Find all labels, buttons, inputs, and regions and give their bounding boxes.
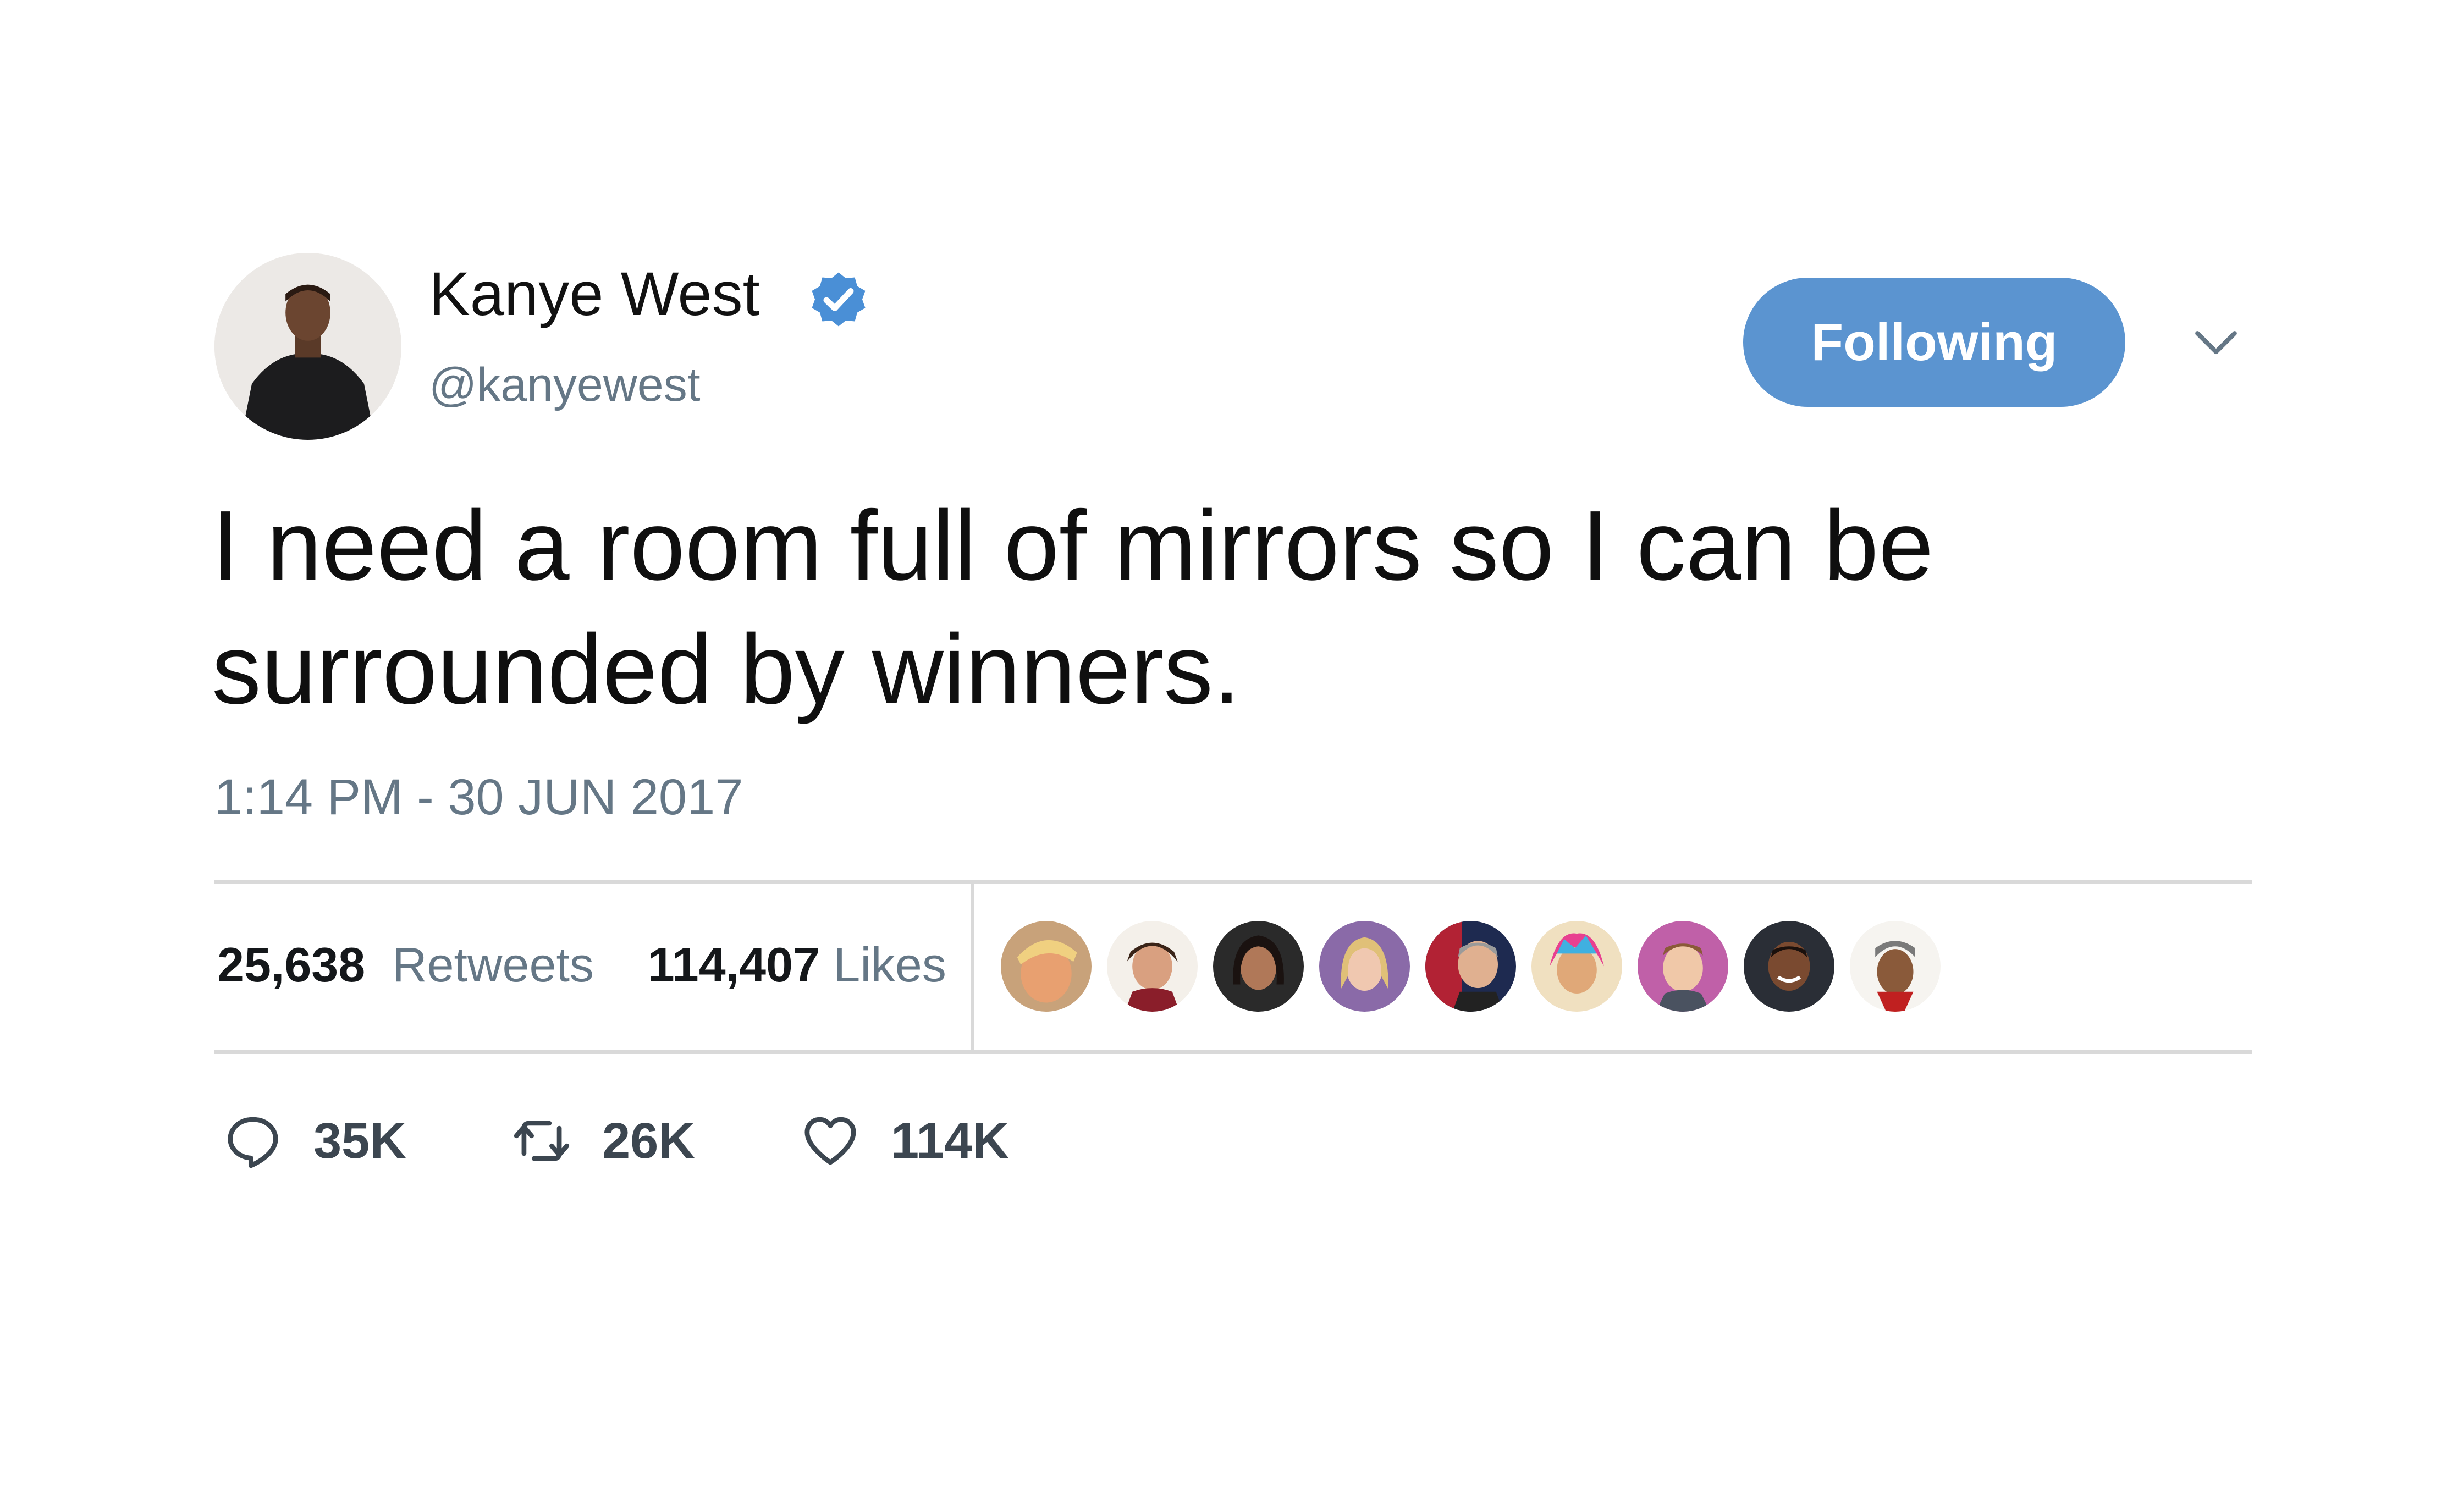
retweets-count: 25,638 [217,937,366,992]
liker-avatar[interactable] [1213,921,1304,1012]
reply-action[interactable]: 35K [223,1100,406,1182]
display-name[interactable]: Kanye West [429,258,760,330]
liker-avatar[interactable] [1850,921,1941,1012]
heart-icon [804,1117,856,1165]
likes-label: Likes [833,937,946,992]
like-count: 114K [891,1112,1009,1169]
like-action[interactable]: 114K [800,1100,1009,1182]
liker-avatar[interactable] [1425,921,1516,1012]
liker-avatar[interactable] [1319,921,1410,1012]
liked-by-avatars [1001,921,1941,1014]
likes-count: 114,407 [647,937,820,992]
avatar-image [214,253,401,440]
tweet-text-line: I need a room full of mirrors so I can b… [212,490,1934,601]
tweet-timestamp[interactable]: 1:14 PM - 30 JUN 2017 [214,767,743,827]
liker-avatar[interactable] [1638,921,1728,1012]
retweets-label: Retweets [392,937,594,992]
verified-badge-icon [812,272,866,327]
retweet-count: 26K [602,1112,695,1169]
tweet-text-line: surrounded by winners. [212,614,1241,725]
divider [214,1050,2252,1054]
user-handle[interactable]: @kanyewest [429,357,701,412]
engagement-stats: 25,638 Retweets 114,407 Likes [217,935,946,995]
liker-avatar[interactable] [1001,921,1092,1012]
tweet-card: Kanye West @kanyewest Following I need a… [0,0,2447,1512]
liker-avatar[interactable] [1744,921,1834,1012]
tweet-text: I need a room full of mirrors so I can b… [212,484,2301,731]
following-button[interactable]: Following [1743,278,2125,407]
reply-count: 35K [313,1112,406,1169]
liker-avatar[interactable] [1107,921,1198,1012]
liker-avatar[interactable] [1531,921,1622,1012]
divider [971,880,974,1054]
retweets-stat[interactable]: 25,638 Retweets [217,937,594,992]
retweet-action[interactable]: 26K [511,1100,695,1182]
retweet-icon [514,1121,570,1161]
profile-avatar[interactable] [214,253,401,440]
likes-stat[interactable]: 114,407 Likes [648,937,946,992]
divider [214,880,2252,884]
reply-icon [228,1117,278,1168]
chevron-down-icon[interactable] [2191,319,2241,368]
